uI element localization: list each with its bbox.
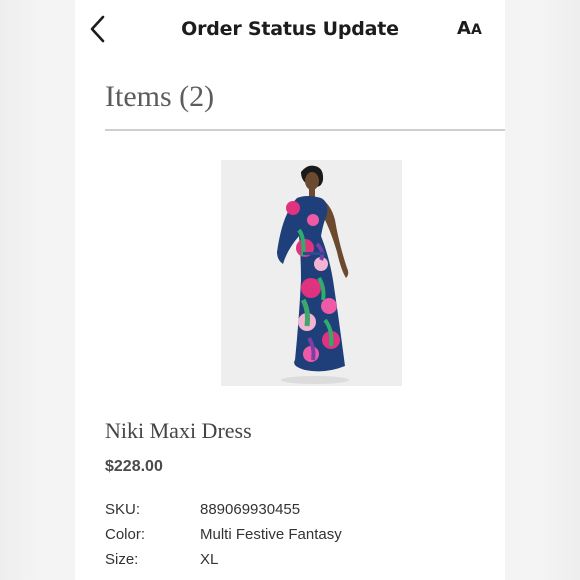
- product-price: $228.00: [105, 458, 163, 475]
- items-heading: Items (2): [105, 80, 215, 113]
- product-image[interactable]: [221, 160, 402, 386]
- detail-row-size: Size: XL: [105, 551, 495, 571]
- text-size-icon-small: A: [470, 22, 482, 38]
- product-name[interactable]: Niki Maxi Dress: [105, 418, 252, 444]
- size-value: XL: [200, 551, 219, 568]
- color-value: Multi Festive Fantasy: [200, 526, 342, 543]
- detail-row-sku: SKU: 889069930455: [105, 501, 495, 521]
- color-label: Color:: [105, 526, 146, 543]
- section-divider: [105, 129, 505, 131]
- dress-model-illustration: [221, 160, 402, 386]
- top-nav-bar: Order Status Update AA: [75, 0, 505, 60]
- app-screen: Order Status Update AA Items (2) Niki Ma…: [75, 0, 505, 580]
- screenshot-stage: Order Status Update AA Items (2) Niki Ma…: [0, 0, 580, 580]
- sku-value: 889069930455: [200, 501, 301, 518]
- sku-label: SKU:: [105, 501, 141, 518]
- page-title: Order Status Update: [181, 18, 399, 40]
- text-size-icon-large: A: [457, 18, 471, 39]
- detail-row-color: Color: Multi Festive Fantasy: [105, 526, 495, 546]
- text-size-button[interactable]: AA: [457, 18, 491, 42]
- size-label: Size:: [105, 551, 139, 568]
